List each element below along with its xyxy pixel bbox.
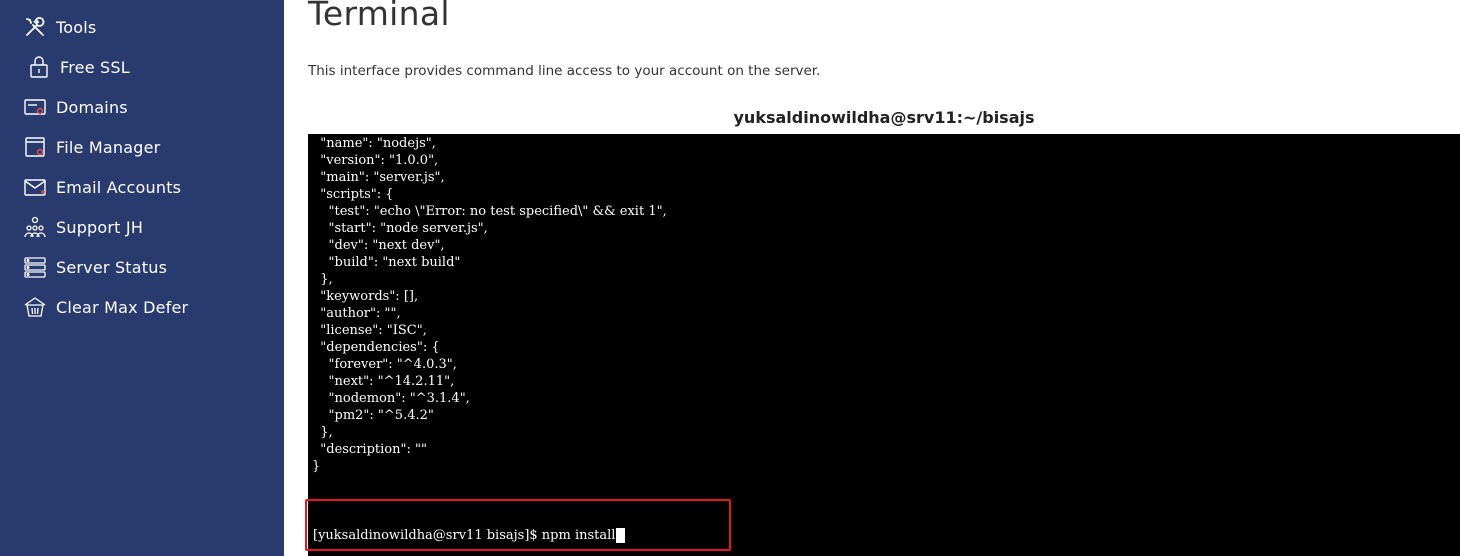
terminal-window[interactable]: "name": "nodejs", "version": "1.0.0", "m… xyxy=(308,134,1460,556)
sidebar-item-label: Email Accounts xyxy=(56,177,182,197)
support-users-icon xyxy=(22,214,48,240)
sidebar-item-server-status[interactable]: Server Status xyxy=(22,252,272,282)
tools-icon xyxy=(22,14,48,40)
sidebar-item-domains[interactable]: Domains xyxy=(22,92,272,122)
sidebar-item-label: Free SSL xyxy=(60,57,130,77)
domains-icon xyxy=(22,94,48,120)
file-manager-icon xyxy=(22,134,48,160)
terminal-prompt-text: [yuksaldinowildha@srv11 bisajs]$ npm ins… xyxy=(313,528,616,543)
sidebar-item-label: File Manager xyxy=(56,137,161,157)
sidebar-item-email-accounts[interactable]: Email Accounts xyxy=(22,172,272,202)
sidebar-item-clear-max-defer[interactable]: Clear Max Defer xyxy=(22,292,272,322)
sidebar-item-label: Support JH xyxy=(56,217,144,237)
sidebar-item-label: Clear Max Defer xyxy=(56,297,189,317)
email-icon xyxy=(22,174,48,200)
sidebar-item-label: Domains xyxy=(56,97,128,117)
server-icon xyxy=(22,254,48,280)
sidebar-item-tools[interactable]: Tools xyxy=(22,12,272,42)
sidebar: Tools Free SSL Domains File Manager Emai… xyxy=(0,0,284,556)
terminal-output: "name": "nodejs", "version": "1.0.0", "m… xyxy=(312,136,667,474)
terminal-prompt-line[interactable]: [yuksaldinowildha@srv11 bisajs]$ npm ins… xyxy=(313,527,626,544)
sidebar-item-free-ssl[interactable]: Free SSL xyxy=(26,52,276,82)
page-description: This interface provides command line acc… xyxy=(308,63,821,79)
sidebar-item-support-jh[interactable]: Support JH xyxy=(22,212,272,242)
terminal-header: yuksaldinowildha@srv11:~/bisajs xyxy=(733,108,1035,127)
sidebar-item-label: Server Status xyxy=(56,257,168,277)
sidebar-item-label: Tools xyxy=(56,17,97,37)
basket-icon xyxy=(22,294,48,320)
sidebar-item-file-manager[interactable]: File Manager xyxy=(22,132,272,162)
terminal-cursor xyxy=(616,528,626,543)
page-title: Terminal xyxy=(308,0,450,33)
lock-icon xyxy=(26,54,52,80)
